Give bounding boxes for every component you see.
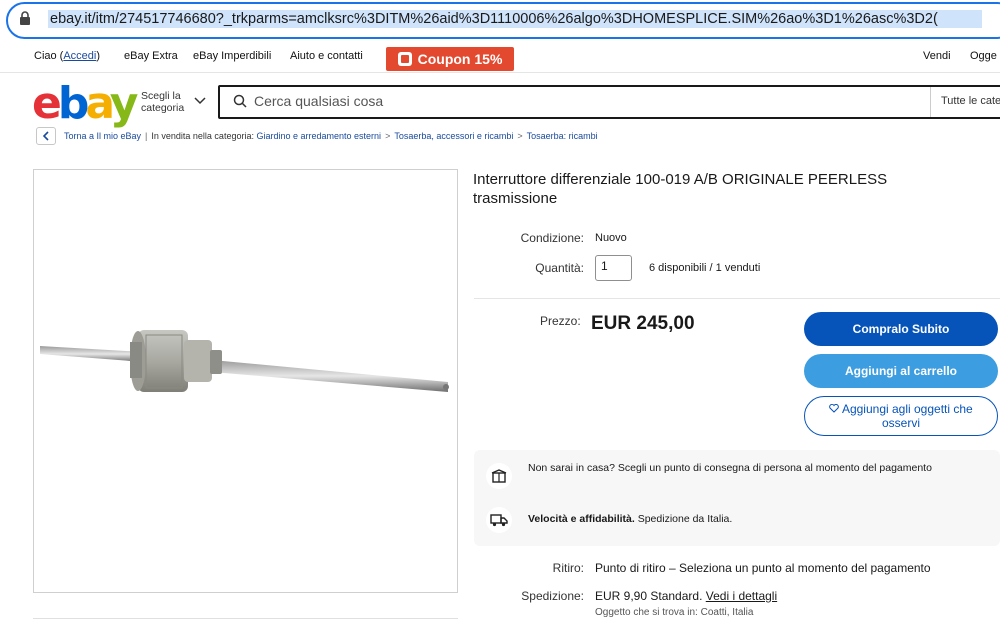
watch-button[interactable]: Aggiungi agli oggetti che osservi (804, 396, 998, 436)
breadcrumb-item-mowers[interactable]: Tosaerba, accessori e ricambi (394, 131, 513, 141)
greeting-text: Ciao ( (34, 50, 64, 62)
buy-now-button[interactable]: Compralo Subito (804, 312, 998, 346)
condition-value: Nuovo (595, 232, 627, 244)
item-title: Interruttore differenziale 100-019 A/B O… (473, 171, 888, 207)
quantity-input[interactable]: 1 (595, 255, 632, 281)
heart-icon (829, 403, 840, 413)
divider (474, 298, 1000, 299)
price-value: EUR 245,00 (591, 313, 695, 334)
shipping-value: EUR 9,90 Standard. Vedi i dettagli (595, 589, 777, 603)
chevron-down-icon[interactable] (194, 96, 206, 106)
greeting: Ciao (Accedi) (34, 50, 100, 62)
separator: | (145, 131, 148, 141)
watchlist-link[interactable]: Ogge (970, 50, 997, 62)
signin-link[interactable]: Accedi (63, 50, 96, 62)
speed-info: Velocità e affidabilità. Spedizione da I… (528, 513, 938, 526)
shipping-label: Spedizione: (521, 589, 584, 603)
pickup-info-text: Non sarai in casa? Scegli un punto di co… (528, 462, 932, 474)
sell-link[interactable]: Vendi (923, 50, 951, 62)
coupon-text: Coupon 15% (417, 51, 503, 67)
brand-icon (397, 52, 412, 66)
add-to-cart-button[interactable]: Aggiungi al carrello (804, 354, 998, 388)
back-link[interactable]: Torna a Il mio eBay (64, 131, 141, 141)
category-line1: Scegli la (141, 90, 181, 102)
divider (33, 618, 458, 619)
breadcrumb: Torna a Il mio eBay | In vendita nella cat… (64, 131, 598, 141)
shipping-details-link[interactable]: Vedi i dettagli (706, 589, 777, 603)
shipping-cost: EUR 9,90 Standard. (595, 589, 703, 603)
logo-b: b (57, 78, 89, 129)
logo-y: y (109, 78, 139, 129)
deals-link[interactable]: eBay Imperdibili (193, 50, 271, 62)
category-line2: categoria (141, 102, 185, 114)
breadcrumb-item-garden[interactable]: Giardino e arredamento esterni (256, 131, 381, 141)
availability-text: 6 disponibili / 1 venduti (649, 262, 761, 274)
separator: > (385, 131, 391, 141)
product-image (40, 330, 449, 392)
listed-in-label: In vendita nella categoria: (151, 131, 254, 141)
back-button[interactable] (36, 127, 56, 145)
quantity-label: Quantità: (535, 261, 584, 275)
pickup-label: Ritiro: (552, 561, 584, 575)
condition-label: Condizione: (520, 231, 584, 245)
truck-icon (486, 507, 512, 533)
item-location: Oggetto che si trova in: Coatti, Italia (595, 607, 754, 618)
logo-a: a (85, 78, 113, 129)
url-text[interactable]: ebay.it/itm/274517746680?_trkparms=amclk… (48, 10, 982, 28)
watch-label: Aggiungi agli oggetti che osservi (815, 402, 987, 430)
separator: > (517, 131, 523, 141)
price-label: Prezzo: (540, 314, 581, 328)
package-icon (486, 463, 512, 489)
ebay-logo[interactable]: ebay (32, 78, 139, 129)
logo-e: e (32, 78, 62, 129)
pickup-value: Punto di ritiro – Seleziona un punto al … (595, 561, 931, 575)
search-input[interactable]: Cerca qualsiasi cosa (254, 93, 383, 109)
help-link[interactable]: Aiuto e contatti (290, 50, 363, 62)
breadcrumb-item-parts[interactable]: Tosaerba: ricambi (527, 131, 598, 141)
ebay-extra-link[interactable]: eBay Extra (124, 50, 178, 62)
greeting-end: ) (96, 50, 101, 62)
coupon-banner[interactable]: Coupon 15% (386, 47, 514, 71)
category-selector[interactable]: Scegli la categoria (141, 90, 184, 114)
watch-label-text: Aggiungi agli oggetti che osservi (841, 402, 973, 430)
product-image-frame[interactable] (33, 169, 458, 593)
speed-bold: Velocità e affidabilità. (528, 513, 635, 525)
search-category-select[interactable]: Tutte le cate (930, 87, 1000, 117)
chevron-left-icon (42, 131, 49, 141)
search-icon (233, 94, 247, 108)
speed-text: Spedizione da Italia. (637, 513, 733, 525)
lock-icon (20, 11, 30, 25)
